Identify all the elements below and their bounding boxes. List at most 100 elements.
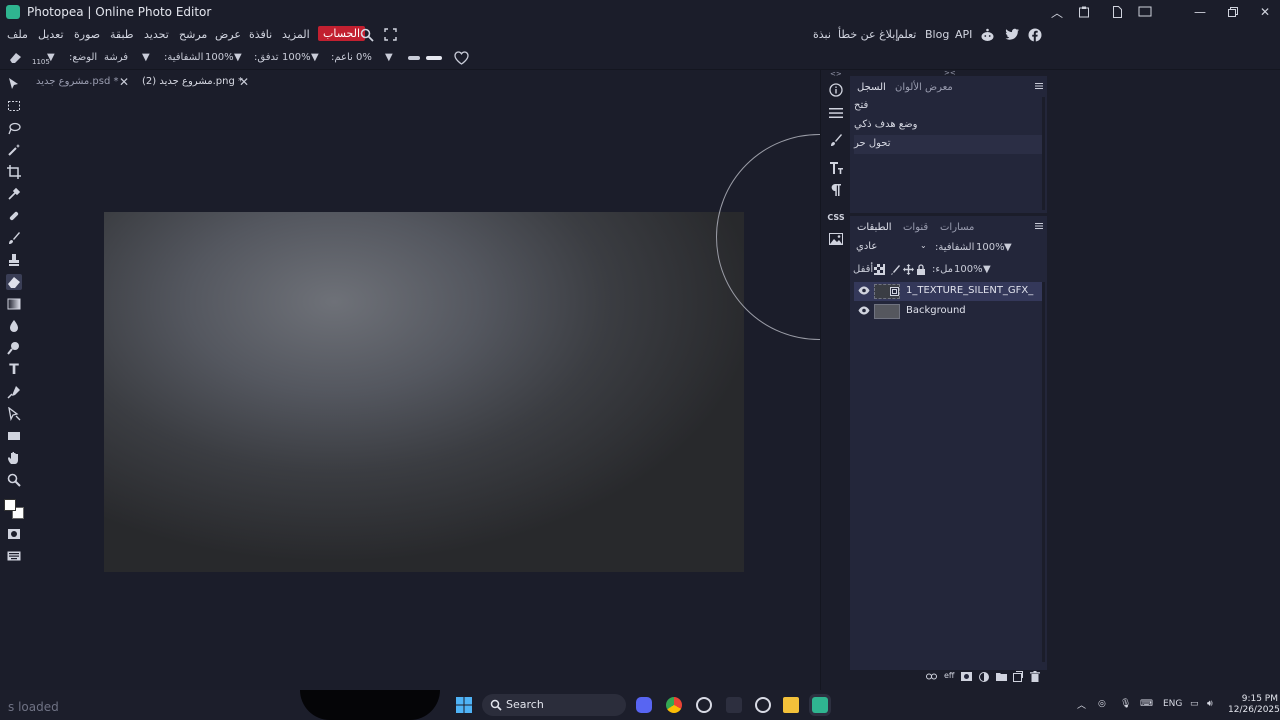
new-group-icon[interactable] <box>996 672 1007 681</box>
character-icon[interactable] <box>828 160 844 176</box>
magic-wand-tool-icon[interactable] <box>6 142 22 158</box>
move-tool-icon[interactable] <box>6 76 22 92</box>
keyboard-icon[interactable] <box>6 548 22 564</box>
layer-opacity-arrow-icon[interactable]: ▼ <box>1004 242 1012 253</box>
adjustments-icon[interactable] <box>828 105 844 121</box>
microphone-icon[interactable]: 🎙︎ <box>1120 699 1131 709</box>
menu-blog[interactable]: Blog <box>925 28 949 41</box>
menu-more[interactable]: المزيد <box>282 28 310 41</box>
tray-overflow-chevron-icon[interactable]: ︿ <box>1077 698 1086 711</box>
menu-filter[interactable]: مرشح <box>179 28 207 41</box>
tab-project-psd[interactable]: مشروع جديد.psd * <box>36 72 119 92</box>
flow-dropdown-arrow-icon[interactable]: ▼ <box>311 52 319 63</box>
maximize-button[interactable] <box>1216 0 1250 24</box>
tab-project-png[interactable]: مشروع جديد (2).png * <box>142 72 243 92</box>
file-explorer-icon[interactable] <box>783 697 799 713</box>
tab-channels[interactable]: قنوات <box>903 222 928 233</box>
tab-history[interactable]: السجل <box>857 82 886 93</box>
link-layers-icon[interactable] <box>926 673 937 680</box>
airbrush-icon[interactable] <box>408 55 442 61</box>
healing-brush-tool-icon[interactable] <box>6 208 22 224</box>
eye-icon[interactable] <box>858 286 870 295</box>
lock-transparency-icon[interactable] <box>874 264 885 275</box>
mode-value[interactable]: فرشة <box>104 52 128 63</box>
close-window-button[interactable]: ✕ <box>1248 0 1280 24</box>
blend-mode-select[interactable]: عادي ⌄ <box>856 241 930 257</box>
account-button[interactable]: الحساب <box>318 26 366 41</box>
facebook-icon[interactable] <box>1028 28 1042 42</box>
type-tool-icon[interactable]: T <box>6 362 22 378</box>
volume-icon[interactable]: 🔊︎ <box>1207 699 1213 709</box>
cast-icon[interactable] <box>1128 0 1162 24</box>
menu-file[interactable]: ملف <box>7 28 28 41</box>
history-item[interactable]: وضع هدف ذكي <box>854 116 1042 135</box>
menu-api[interactable]: API <box>955 28 972 41</box>
search-icon[interactable] <box>360 28 374 42</box>
taskbar-search-box[interactable]: Search <box>482 694 626 716</box>
menu-image[interactable]: صورة <box>74 28 100 41</box>
menu-window[interactable]: نافذة <box>249 28 272 41</box>
fill-arrow-icon[interactable]: ▼ <box>983 264 991 275</box>
language-indicator[interactable]: ENG <box>1163 699 1182 709</box>
history-item[interactable]: تحول حر <box>854 135 1042 154</box>
minimize-button[interactable]: — <box>1183 0 1217 24</box>
brush-settings-icon[interactable] <box>828 132 844 148</box>
fill-value[interactable]: 100% <box>954 264 983 275</box>
document-canvas[interactable] <box>104 212 744 572</box>
smooth-value[interactable]: 0% <box>356 52 372 63</box>
layer-row[interactable]: 1_TEXTURE_SILENT_GFX_ <box>854 282 1042 301</box>
mode-dropdown-arrow-icon[interactable]: ▼ <box>142 52 150 63</box>
quick-mask-icon[interactable] <box>6 526 22 542</box>
add-mask-icon[interactable] <box>961 672 972 681</box>
chrome-icon[interactable] <box>666 697 682 713</box>
lock-pixels-icon[interactable] <box>890 264 901 275</box>
css-icon[interactable]: CSS <box>827 209 844 225</box>
tab-swatches[interactable]: معرض الألوان <box>895 82 953 93</box>
chatgpt-icon[interactable] <box>696 697 712 713</box>
fullscreen-icon[interactable] <box>384 28 397 41</box>
close-tab-psd-icon[interactable]: ✕ <box>119 75 129 89</box>
smooth-dropdown-arrow-icon[interactable]: ▼ <box>385 52 393 63</box>
delete-layer-icon[interactable] <box>1030 671 1040 682</box>
paragraph-icon[interactable] <box>828 182 844 198</box>
gradient-tool-icon[interactable] <box>6 296 22 312</box>
clock-date[interactable]: 12/26/2025 <box>1228 705 1280 715</box>
image-icon[interactable] <box>828 231 844 247</box>
discord-icon[interactable] <box>636 697 652 713</box>
brush-tool-icon[interactable] <box>6 230 22 246</box>
crop-tool-icon[interactable] <box>6 164 22 180</box>
clone-stamp-tool-icon[interactable] <box>6 252 22 268</box>
new-layer-icon[interactable] <box>1013 671 1023 682</box>
flow-value[interactable]: 100% <box>282 52 311 63</box>
keyboard-tray-icon[interactable]: ⌨︎ <box>1140 699 1153 709</box>
hand-tool-icon[interactable] <box>6 450 22 466</box>
menu-select[interactable]: تحديد <box>144 28 169 41</box>
windows-start-icon[interactable] <box>456 697 472 713</box>
menu-layer[interactable]: طبقة <box>110 28 134 41</box>
pen-tool-icon[interactable] <box>6 384 22 400</box>
history-scrollbar[interactable] <box>1042 97 1045 210</box>
clipboard-icon[interactable] <box>1067 0 1101 24</box>
size-dropdown-arrow-icon[interactable]: ▼ <box>47 52 55 63</box>
menu-learn[interactable]: تعلم <box>897 28 916 41</box>
menu-about[interactable]: نبذة <box>813 28 831 41</box>
menu-edit[interactable]: تعديل <box>38 28 64 41</box>
adjustment-layer-icon[interactable] <box>979 672 989 682</box>
lock-all-icon[interactable] <box>916 264 926 275</box>
marquee-tool-icon[interactable] <box>6 98 22 114</box>
opacity-value[interactable]: 100% <box>205 52 234 63</box>
eraser-tool-preset-icon[interactable] <box>8 50 28 64</box>
eye-icon[interactable] <box>858 306 870 315</box>
foreground-color-swatch[interactable] <box>4 499 16 511</box>
rectangle-tool-icon[interactable] <box>6 428 22 444</box>
lasso-tool-icon[interactable] <box>6 120 22 136</box>
color-swatches[interactable] <box>3 498 25 520</box>
app-icon[interactable] <box>726 697 742 713</box>
close-tab-png-icon[interactable]: ✕ <box>239 75 249 89</box>
eyedropper-tool-icon[interactable] <box>6 186 22 202</box>
layer-opacity-value[interactable]: 100% <box>976 242 1005 253</box>
panel-menu-icon[interactable] <box>1035 82 1043 90</box>
reddit-icon[interactable] <box>980 28 995 42</box>
photopea-taskbar-icon[interactable] <box>812 697 828 713</box>
layer-effects-icon[interactable]: eff <box>944 671 954 680</box>
